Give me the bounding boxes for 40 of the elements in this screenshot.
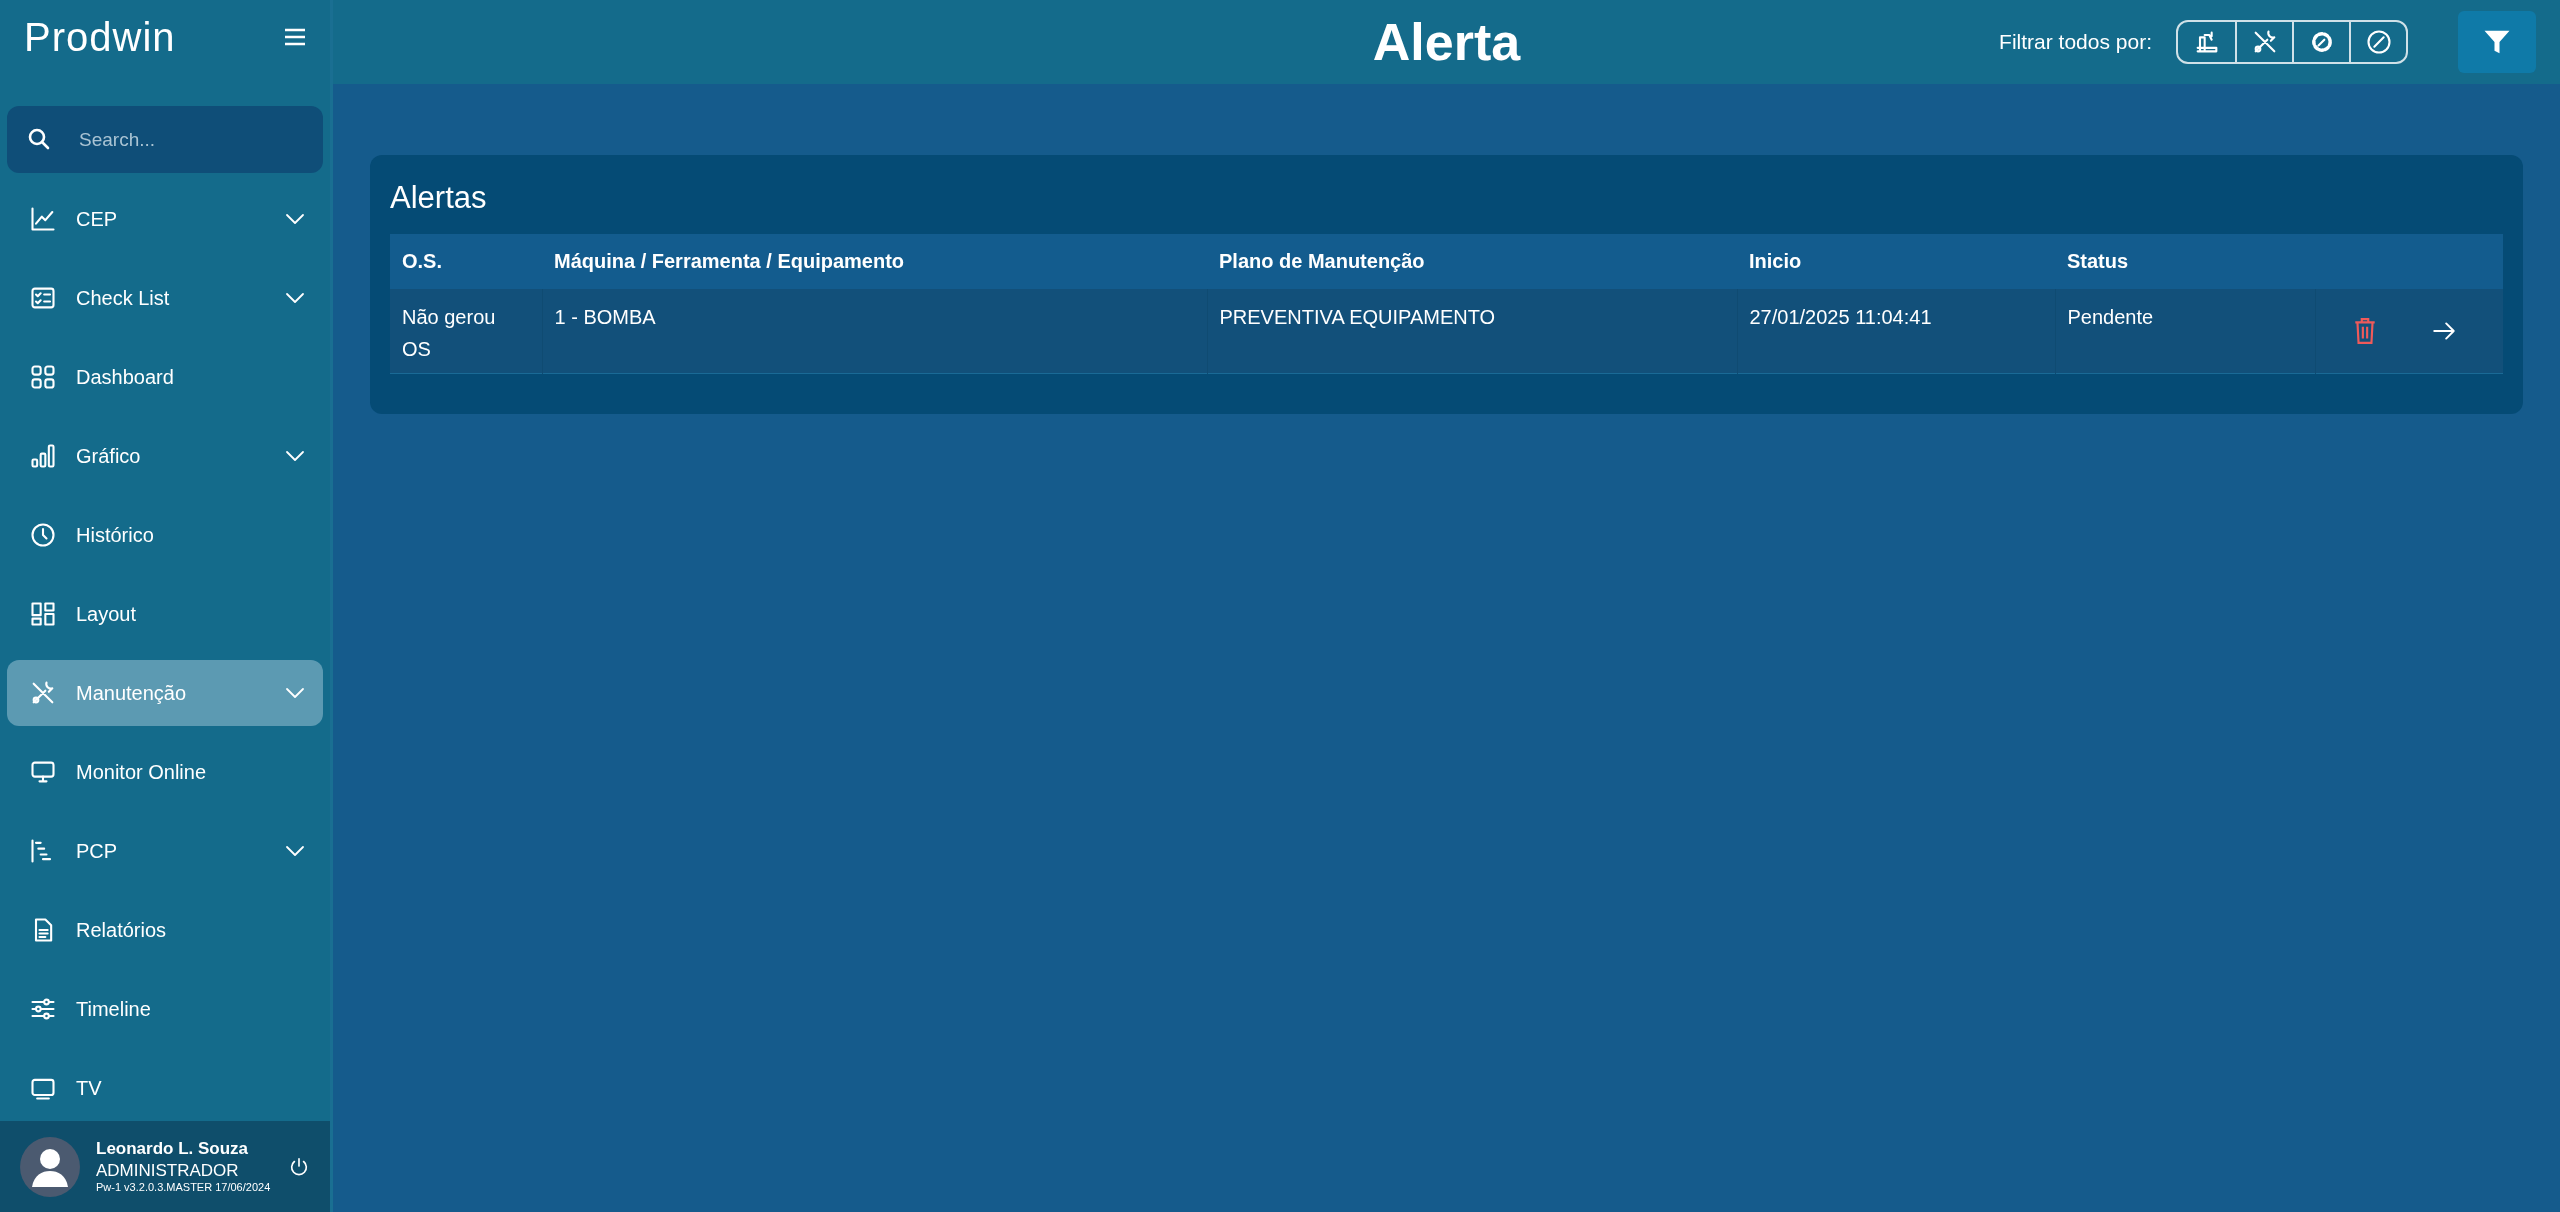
card-title: Alertas: [390, 179, 488, 217]
nav-item[interactable]: Check List: [7, 265, 323, 332]
column-header: Plano de Manutenção: [1207, 233, 1737, 289]
column-header: Máquina / Ferramenta / Equipamento: [542, 233, 1207, 289]
nav-item[interactable]: Gráfico: [7, 423, 323, 490]
column-header: Inicio: [1737, 233, 2055, 289]
prohibited-icon: [2364, 28, 2393, 56]
nav-item[interactable]: Monitor Online: [7, 739, 323, 806]
nav-item[interactable]: Dashboard: [7, 344, 323, 411]
search-field[interactable]: Search...: [7, 106, 323, 174]
table-cell: 1 - BOMBA: [542, 288, 1207, 374]
page-title: Alerta: [1372, 12, 1521, 73]
search-icon: [27, 127, 51, 152]
nav-item[interactable]: TV: [7, 1055, 323, 1122]
column-header: Status: [2055, 233, 2315, 289]
menu-icon[interactable]: [284, 28, 306, 47]
grid-icon: [29, 363, 57, 392]
nav-item[interactable]: Timeline: [7, 976, 323, 1043]
power-icon[interactable]: [288, 1155, 310, 1178]
layout-icon: [29, 600, 57, 629]
nav-item[interactable]: Manutenção: [7, 660, 323, 727]
table-cell: PREVENTIVA EQUIPAMENTO: [1207, 288, 1737, 374]
chart-icon: [29, 205, 57, 234]
table-cell: Pendente: [2055, 288, 2315, 374]
column-header: O.S.: [390, 233, 542, 289]
filter-label: Filtrar todos por:: [1999, 29, 2152, 56]
bar-chart-icon: [29, 442, 57, 471]
nav-item[interactable]: Histórico: [7, 502, 323, 569]
table-cell: Não gerou OS: [390, 288, 542, 374]
nav-item[interactable]: Relatórios: [7, 897, 323, 964]
table-cell: 27/01/2025 11:04:41: [1737, 288, 2055, 374]
nav-item[interactable]: CEP: [7, 186, 323, 253]
filter-button[interactable]: [2458, 11, 2536, 73]
version-text: Pw-1 v3.2.0.3.MASTER 17/06/2024: [96, 1180, 272, 1195]
user-name: Leonardo L. Souza: [96, 1138, 250, 1160]
nav-item[interactable]: Layout: [7, 581, 323, 648]
nav-item[interactable]: PCP: [7, 818, 323, 885]
logo: Prodwin: [24, 17, 176, 58]
avatar-icon: [20, 1136, 80, 1197]
user-role: ADMINISTRADOR: [96, 1159, 240, 1181]
